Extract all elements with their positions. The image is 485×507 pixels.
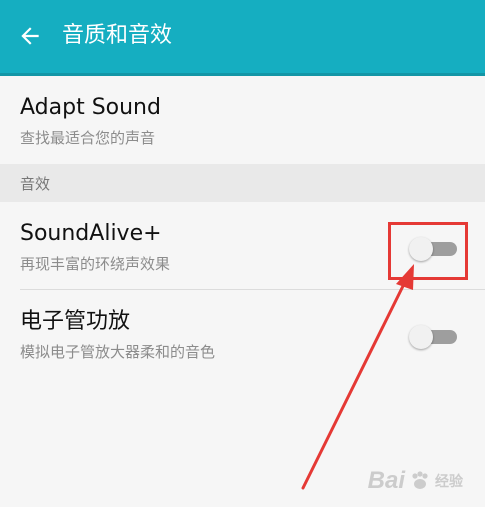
tube-amp-item[interactable]: 电子管功放 模拟电子管放大器柔和的音色 bbox=[0, 290, 485, 378]
tube-amp-title: 电子管功放 bbox=[20, 309, 131, 334]
settings-list: Adapt Sound 查找最适合您的声音 音效 SoundAlive+ 再现丰… bbox=[0, 76, 485, 378]
tube-amp-subtitle: 模拟电子管放大器柔和的音色 bbox=[20, 343, 216, 361]
page-title: 音质和音效 bbox=[62, 23, 173, 48]
toggle-thumb bbox=[409, 325, 433, 349]
back-button[interactable] bbox=[10, 16, 50, 56]
adapt-sound-item[interactable]: Adapt Sound 查找最适合您的声音 bbox=[0, 76, 485, 164]
adapt-sound-subtitle: 查找最适合您的声音 bbox=[20, 129, 156, 147]
watermark-brand: Bai bbox=[367, 467, 405, 494]
tube-amp-toggle[interactable] bbox=[409, 325, 457, 349]
soundalive-subtitle: 再现丰富的环绕声效果 bbox=[20, 255, 171, 273]
soundalive-item[interactable]: SoundAlive+ 再现丰富的环绕声效果 bbox=[0, 202, 485, 290]
adapt-sound-title: Adapt Sound bbox=[20, 95, 161, 120]
app-bar: 音质和音效 bbox=[0, 0, 485, 76]
toggle-thumb bbox=[409, 237, 433, 261]
watermark-sub: 经验 bbox=[435, 473, 463, 489]
section-label: 音效 bbox=[20, 175, 51, 193]
soundalive-toggle[interactable] bbox=[409, 237, 457, 261]
arrow-left-icon bbox=[21, 27, 39, 45]
baidu-paw-icon bbox=[412, 471, 428, 489]
app-window: 音质和音效 Adapt Sound 查找最适合您的声音 音效 SoundAliv… bbox=[0, 0, 485, 507]
soundalive-title: SoundAlive+ bbox=[20, 221, 162, 246]
section-header-effects: 音效 bbox=[0, 164, 485, 202]
watermark: Bai 经验 bbox=[368, 467, 463, 495]
